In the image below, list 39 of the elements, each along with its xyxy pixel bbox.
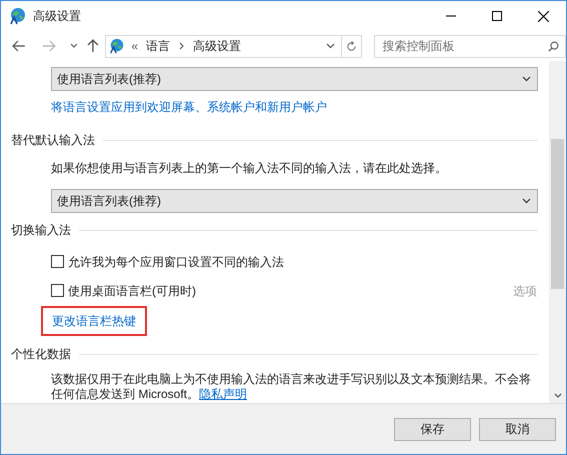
- close-icon: [538, 10, 548, 22]
- address-bar[interactable]: « 语言 高级设置: [105, 34, 342, 58]
- refresh-button[interactable]: [342, 34, 362, 58]
- chevron-down-icon[interactable]: [554, 393, 562, 398]
- up-arrow-icon[interactable]: [87, 39, 100, 53]
- globe-icon: [9, 7, 27, 25]
- checkbox-label: 使用桌面语言栏(可用时): [68, 282, 196, 300]
- scrollbar-thumb[interactable]: [551, 139, 564, 289]
- back-arrow-icon[interactable]: [12, 40, 26, 52]
- chevron-right-icon: [179, 42, 184, 50]
- dialog-button[interactable]: 保存: [394, 418, 471, 440]
- checkbox-label: 允许我为每个应用窗口设置不同的输入法: [68, 254, 284, 270]
- search-icon: [548, 40, 559, 52]
- paragraph: 该数据仅用于在此电脑上为不使用输入法的语言来改进手写识别以及文本预测结果。不会将任何信息发送到 Microsoft。隐私声明: [51, 372, 532, 402]
- breadcrumb-item[interactable]: 高级设置: [193, 37, 241, 55]
- scrollbar[interactable]: [549, 61, 566, 403]
- dropdown[interactable]: 使用语言列表(推荐): [51, 67, 538, 91]
- breadcrumb-overflow[interactable]: «: [131, 37, 138, 55]
- section-heading: 替代默认输入法: [11, 132, 95, 149]
- breadcrumb-item[interactable]: 语言: [146, 37, 170, 55]
- window-title: 高级设置: [33, 8, 81, 25]
- link[interactable]: 更改语言栏热键: [41, 306, 147, 336]
- globe-icon: [109, 38, 126, 54]
- maximize-icon: [492, 11, 502, 21]
- chevron-down-icon: [522, 198, 531, 204]
- section-heading: 切换输入法: [11, 222, 71, 239]
- section-heading: 个性化数据: [11, 346, 71, 363]
- dropdown[interactable]: 使用语言列表(推荐): [51, 189, 538, 213]
- checkbox[interactable]: [51, 255, 64, 268]
- dialog-button[interactable]: 取消: [479, 418, 556, 440]
- description-text: 如果你想使用与语言列表上的第一个输入法不同的输入法，请在此处选择。: [51, 160, 447, 177]
- chevron-down-icon[interactable]: [326, 43, 335, 49]
- chevron-down-icon[interactable]: [70, 43, 78, 49]
- chevron-down-icon: [522, 76, 531, 82]
- refresh-icon: [346, 40, 357, 52]
- privacy-link[interactable]: 隐私声明: [199, 387, 248, 401]
- checkbox[interactable]: [51, 284, 64, 297]
- link[interactable]: 将语言设置应用到欢迎屏幕、系统帐户和新用户帐户: [51, 98, 327, 116]
- search-field[interactable]: 搜索控制面板: [374, 34, 566, 58]
